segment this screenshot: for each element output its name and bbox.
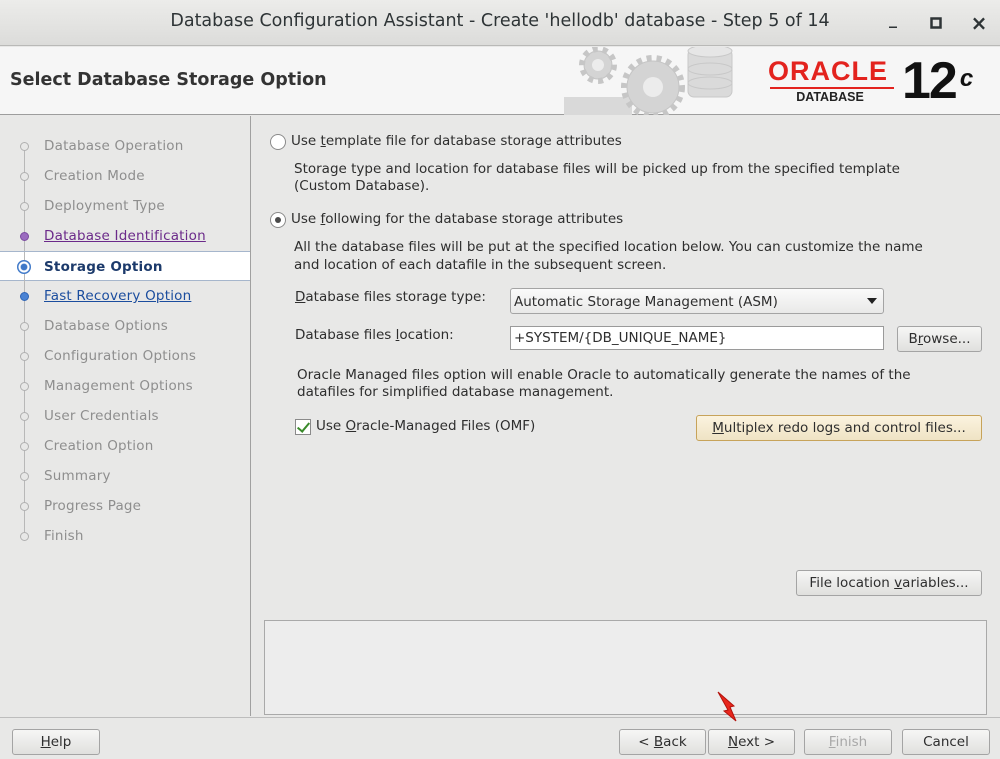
cancel-button[interactable]: Cancel [902, 729, 990, 755]
following-desc-line-1: All the database files will be put at th… [294, 239, 923, 255]
file-location-variables-button[interactable]: File location variables... [796, 570, 982, 596]
current-step-icon [17, 260, 31, 274]
page-header: Select Database Storage Option ORACLE DA… [0, 47, 1000, 115]
main-content: Use template file for database storage a… [252, 116, 1000, 716]
following-desc-line-2: and location of each datafile in the sub… [294, 257, 667, 273]
sidebar-item-database-identification[interactable]: Database Identification [0, 221, 250, 251]
multiplex-button[interactable]: Multiplex redo logs and control files... [696, 415, 982, 441]
window-titlebar[interactable]: Database Configuration Assistant - Creat… [0, 0, 1000, 46]
sidebar-item-user-credentials: User Credentials [0, 401, 250, 431]
sidebar-item-deployment-type: Deployment Type [0, 191, 250, 221]
sidebar-item-summary: Summary [0, 461, 250, 491]
template-desc-line-2: (Custom Database). [294, 178, 430, 194]
window-title: Database Configuration Assistant - Creat… [170, 11, 830, 31]
omf-checkbox[interactable] [295, 419, 311, 435]
next-button[interactable]: Next > [708, 729, 795, 755]
close-icon[interactable]: × [966, 10, 992, 36]
arrow-pointer-icon [717, 691, 737, 722]
omf-checkbox-label[interactable]: Use Oracle-Managed Files (OMF) [316, 418, 535, 434]
help-button[interactable]: Help [12, 729, 100, 755]
omf-desc-line-2: datafiles for simplified database manage… [297, 384, 614, 400]
sidebar-item-progress-page: Progress Page [0, 491, 250, 521]
page-title: Select Database Storage Option [10, 70, 327, 90]
sidebar-item-fast-recovery-option[interactable]: Fast Recovery Option [0, 281, 250, 311]
template-storage-radio[interactable] [270, 134, 286, 150]
sidebar-item-creation-option: Creation Option [0, 431, 250, 461]
message-panel [264, 620, 987, 715]
sidebar-item-storage-option: Storage Option [0, 251, 250, 282]
chevron-down-icon [867, 298, 877, 304]
sidebar-item-management-options: Management Options [0, 371, 250, 401]
sidebar-item-database-operation: Database Operation [0, 131, 250, 161]
finish-button: Finish [804, 729, 892, 755]
version-logo: 12 c [902, 52, 973, 110]
sidebar-item-configuration-options: Configuration Options [0, 341, 250, 371]
template-storage-label[interactable]: Use template file for database storage a… [291, 133, 622, 149]
minimize-icon[interactable]: _ [880, 6, 906, 32]
omf-desc-line-1: Oracle Managed files option will enable … [297, 367, 911, 383]
gears-graphic [564, 47, 733, 115]
steps-sidebar: Database Operation Creation Mode Deploym… [0, 116, 251, 716]
following-storage-label[interactable]: Use following for the database storage a… [291, 211, 623, 227]
browse-button[interactable]: Browse... [897, 326, 982, 352]
location-input[interactable]: +SYSTEM/{DB_UNIQUE_NAME} [510, 326, 884, 350]
template-desc-line-1: Storage type and location for database f… [294, 161, 900, 177]
footer-bar: Help < Back Next > Finish Cancel [0, 717, 1000, 759]
location-label: Database files location: [295, 327, 454, 343]
oracle-logo: ORACLE DATABASE [768, 57, 898, 107]
sidebar-item-database-options: Database Options [0, 311, 250, 341]
back-button[interactable]: < Back [619, 729, 706, 755]
sidebar-item-finish: Finish [0, 521, 250, 551]
sidebar-item-creation-mode: Creation Mode [0, 161, 250, 191]
following-storage-radio[interactable] [270, 212, 286, 228]
storage-type-select[interactable]: Automatic Storage Management (ASM) [510, 288, 884, 314]
storage-type-label: Database files storage type: [295, 289, 486, 305]
maximize-icon[interactable] [923, 10, 949, 36]
